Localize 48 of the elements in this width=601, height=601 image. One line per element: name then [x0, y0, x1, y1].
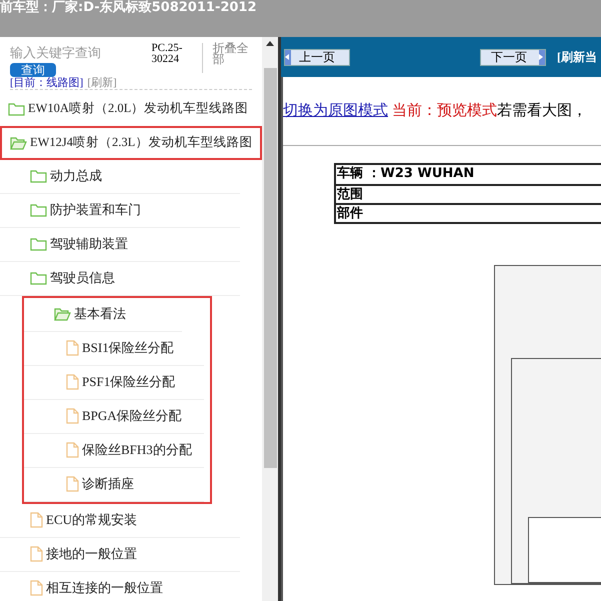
document-icon — [66, 408, 79, 424]
code-text: PC.25-30224 — [152, 43, 203, 73]
tree-item[interactable]: BPGA保险丝分配 — [24, 400, 204, 434]
info-row-text: 车辆 ：W23 WUHAN — [336, 165, 476, 183]
tree-item[interactable]: PSF1保险丝分配 — [24, 366, 204, 400]
tree-item[interactable]: EW12J4喷射（2.3L）发动机车型线路图 — [0, 126, 262, 160]
mode-status-text: 当前：预览模式 — [392, 102, 497, 121]
header-title: 前车型：厂家:D-东风标致5082011-2012 — [0, 0, 257, 16]
document-icon — [66, 442, 79, 458]
document-icon — [30, 546, 43, 562]
document-icon — [66, 374, 79, 390]
tree-item[interactable]: 保险丝BFH3的分配 — [24, 434, 204, 468]
collapse-all-link[interactable]: 折叠全部 — [212, 43, 252, 65]
tree-item[interactable]: 相互连接的一般位置 — [0, 572, 240, 601]
tree-item[interactable]: ECU的常规安装 — [0, 504, 240, 538]
next-page-button[interactable]: 下一页 — [480, 48, 546, 66]
scrollbar[interactable] — [262, 37, 278, 601]
info-row: 范围 — [336, 184, 601, 203]
folder-icon — [30, 271, 47, 285]
document-icon — [66, 476, 79, 492]
tree-item[interactable]: 接地的一般位置 — [0, 538, 240, 572]
previous-page-button[interactable]: 上一页 — [284, 48, 350, 66]
tree-item[interactable]: 防护装置和车门 — [0, 194, 240, 228]
tree-item[interactable]: EW10A喷射（2.0L）发动机车型线路图 — [0, 92, 262, 126]
tree-item[interactable]: 动力总成 — [0, 160, 240, 194]
open-folder-icon — [10, 136, 27, 150]
hint-text: 若需看大图， — [497, 102, 587, 121]
document-icon — [66, 340, 79, 356]
tree-item[interactable]: 驾驶辅助装置 — [0, 228, 240, 262]
document-icon — [30, 580, 43, 596]
document-icon — [30, 512, 43, 528]
switch-mode-link[interactable]: 切换为原图模式 — [283, 100, 388, 122]
folder-icon — [30, 203, 47, 217]
search-field[interactable]: 输入关键字查询 — [10, 43, 140, 62]
open-folder-icon — [54, 307, 71, 321]
folder-icon — [30, 237, 47, 251]
tree-item[interactable]: 驾驶员信息 — [0, 262, 240, 296]
refresh-current-link[interactable]: [刷新当 — [557, 48, 597, 66]
scrollbar-thumb[interactable] — [264, 68, 276, 468]
refresh-link[interactable]: [刷新] — [87, 76, 117, 88]
search-button[interactable]: 查询 — [10, 62, 56, 76]
folder-icon — [30, 169, 47, 183]
breadcrumb-text: [目前：线路图] — [10, 76, 84, 88]
folder-icon — [8, 102, 25, 116]
tree-item[interactable]: BSI1保险丝分配 — [24, 332, 204, 366]
tree-item[interactable]: 诊断插座 — [24, 468, 204, 502]
tree-item[interactable]: 基本看法 — [24, 298, 182, 332]
info-row: 部件 — [336, 203, 601, 222]
